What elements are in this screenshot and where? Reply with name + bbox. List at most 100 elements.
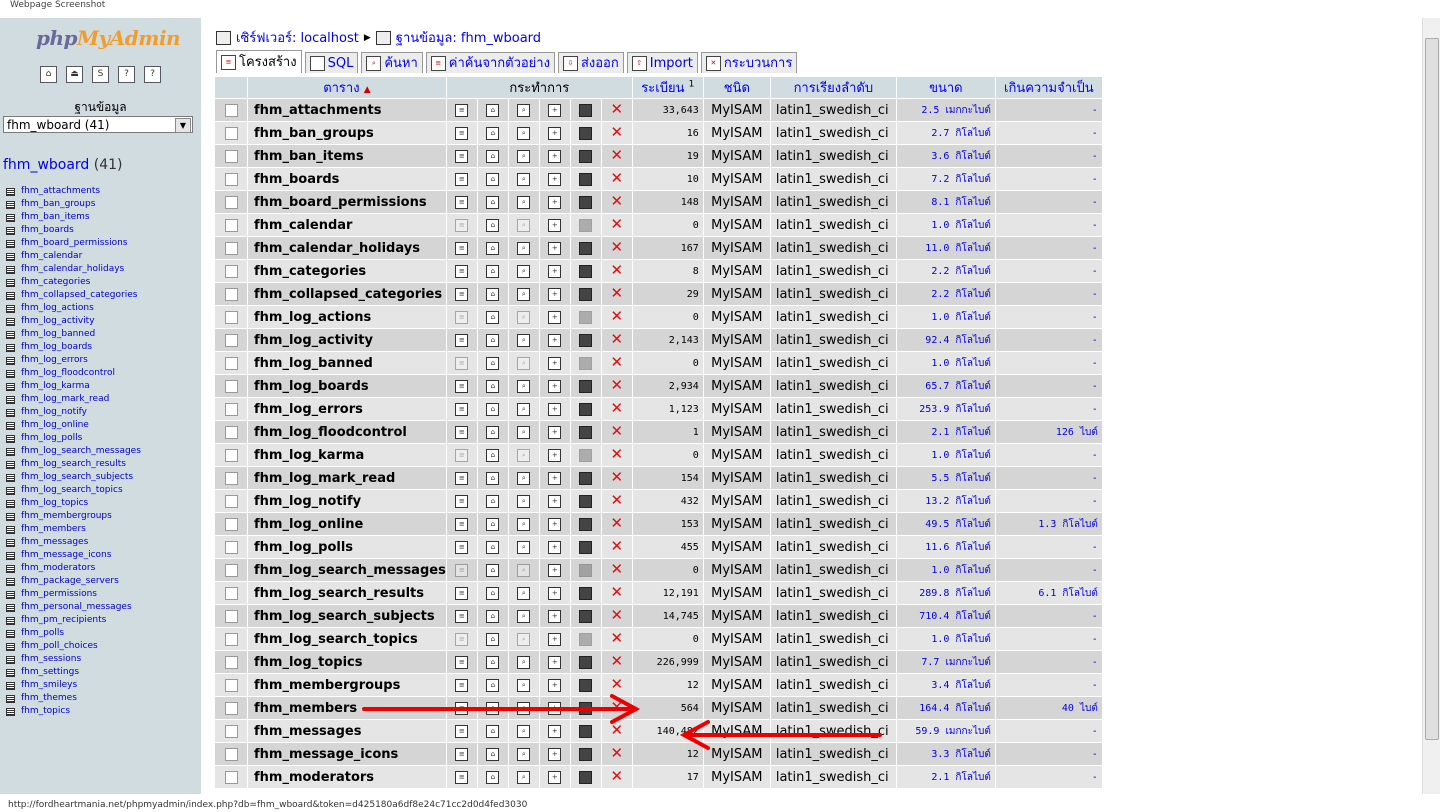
search-icon[interactable]: ⌕ (517, 379, 531, 393)
table-name[interactable]: fhm_log_topics (248, 651, 446, 673)
browse-icon[interactable]: ≡ (455, 126, 469, 140)
table-name[interactable]: fhm_log_boards (248, 375, 446, 397)
search-icon[interactable]: ⌕ (517, 448, 531, 462)
browse-icon[interactable]: ≡ (455, 310, 469, 324)
browse-icon[interactable]: ≡ (455, 724, 469, 738)
table-name[interactable]: fhm_ban_items (248, 145, 446, 167)
search-icon[interactable]: ⌕ (517, 103, 531, 117)
row-checkbox[interactable] (224, 264, 238, 278)
row-checkbox[interactable] (224, 563, 238, 577)
drop-icon[interactable]: ✕ (611, 330, 624, 348)
row-checkbox[interactable] (224, 655, 238, 669)
browse-icon[interactable]: ≡ (455, 747, 469, 761)
empty-icon[interactable] (579, 195, 593, 209)
table-icon[interactable] (6, 226, 15, 235)
insert-icon[interactable]: + (548, 655, 562, 669)
browse-icon[interactable]: ≡ (455, 494, 469, 508)
sidebar-table-item[interactable]: fhm_polls (6, 627, 141, 640)
browse-icon[interactable]: ≡ (455, 195, 469, 209)
column-header-overhead[interactable]: เกินความจำเป็น (995, 77, 1102, 98)
table-icon[interactable] (6, 343, 15, 352)
search-icon[interactable]: ⌕ (517, 586, 531, 600)
row-checkbox[interactable] (224, 609, 238, 623)
structure-icon[interactable]: ⌂ (486, 356, 500, 370)
empty-icon[interactable] (579, 126, 593, 140)
sidebar-table-item[interactable]: fhm_log_karma (6, 380, 141, 393)
sidebar-table-item[interactable]: fhm_log_mark_read (6, 393, 141, 406)
table-icon[interactable] (6, 590, 15, 599)
search-icon[interactable]: ⌕ (517, 218, 531, 232)
row-checkbox[interactable] (224, 724, 238, 738)
tab-search[interactable]: ⌕ ค้นหา (361, 52, 423, 73)
row-checkbox[interactable] (224, 517, 238, 531)
empty-icon[interactable] (579, 379, 593, 393)
sidebar-table-item[interactable]: fhm_log_search_results (6, 458, 141, 471)
drop-icon[interactable]: ✕ (611, 422, 624, 440)
table-icon[interactable] (6, 473, 15, 482)
insert-icon[interactable]: + (548, 310, 562, 324)
insert-icon[interactable]: + (548, 103, 562, 117)
row-checkbox[interactable] (224, 103, 238, 117)
insert-icon[interactable]: + (548, 379, 562, 393)
insert-icon[interactable]: + (548, 540, 562, 554)
search-icon[interactable]: ⌕ (517, 609, 531, 623)
sidebar-table-item[interactable]: fhm_ban_items (6, 211, 141, 224)
structure-icon[interactable]: ⌂ (486, 770, 500, 784)
drop-icon[interactable]: ✕ (611, 744, 624, 762)
search-icon[interactable]: ⌕ (517, 172, 531, 186)
drop-icon[interactable]: ✕ (611, 606, 624, 624)
empty-icon[interactable] (579, 471, 593, 485)
structure-icon[interactable]: ⌂ (486, 103, 500, 117)
table-name[interactable]: fhm_moderators (248, 766, 446, 788)
insert-icon[interactable]: + (548, 747, 562, 761)
row-checkbox[interactable] (224, 632, 238, 646)
row-checkbox[interactable] (224, 494, 238, 508)
browse-icon[interactable]: ≡ (455, 655, 469, 669)
sidebar-table-item[interactable]: fhm_log_search_messages (6, 445, 141, 458)
drop-icon[interactable]: ✕ (611, 192, 624, 210)
search-icon[interactable]: ⌕ (517, 333, 531, 347)
table-name[interactable]: fhm_log_search_topics (248, 628, 446, 650)
table-name[interactable]: fhm_membergroups (248, 674, 446, 696)
sidebar-table-item[interactable]: fhm_messages (6, 536, 141, 549)
drop-icon[interactable]: ✕ (611, 238, 624, 256)
column-header-table[interactable]: ตาราง ▲ (248, 77, 446, 98)
empty-icon[interactable] (579, 448, 593, 462)
drop-icon[interactable]: ✕ (611, 721, 624, 739)
row-checkbox[interactable] (224, 448, 238, 462)
table-icon[interactable] (6, 551, 15, 560)
browse-icon[interactable]: ≡ (455, 540, 469, 554)
insert-icon[interactable]: + (548, 333, 562, 347)
empty-icon[interactable] (579, 172, 593, 186)
browse-icon[interactable]: ≡ (455, 149, 469, 163)
row-checkbox[interactable] (224, 425, 238, 439)
empty-icon[interactable] (579, 724, 593, 738)
tab-structure[interactable]: ≡ โครงสร้าง (216, 50, 302, 73)
search-icon[interactable]: ⌕ (517, 287, 531, 301)
chevron-down-icon[interactable]: ▼ (175, 118, 191, 133)
insert-icon[interactable]: + (548, 402, 562, 416)
table-icon[interactable] (6, 421, 15, 430)
drop-icon[interactable]: ✕ (611, 146, 624, 164)
browse-icon[interactable]: ≡ (455, 172, 469, 186)
structure-icon[interactable]: ⌂ (486, 724, 500, 738)
structure-icon[interactable]: ⌂ (486, 287, 500, 301)
drop-icon[interactable]: ✕ (611, 491, 624, 509)
sidebar-table-item[interactable]: fhm_calendar (6, 250, 141, 263)
sidebar-table-item[interactable]: fhm_log_errors (6, 354, 141, 367)
browse-icon[interactable]: ≡ (455, 563, 469, 577)
insert-icon[interactable]: + (548, 701, 562, 715)
table-icon[interactable] (6, 629, 15, 638)
structure-icon[interactable]: ⌂ (486, 678, 500, 692)
structure-icon[interactable]: ⌂ (486, 172, 500, 186)
table-name[interactable]: fhm_log_online (248, 513, 446, 535)
search-icon[interactable]: ⌕ (517, 356, 531, 370)
row-checkbox[interactable] (224, 678, 238, 692)
phpmyadmin-logo[interactable]: phpMyAdmin (36, 26, 181, 50)
table-icon[interactable] (6, 408, 15, 417)
browse-icon[interactable]: ≡ (455, 402, 469, 416)
search-icon[interactable]: ⌕ (517, 563, 531, 577)
empty-icon[interactable] (579, 586, 593, 600)
empty-icon[interactable] (579, 747, 593, 761)
search-icon[interactable]: ⌕ (517, 724, 531, 738)
